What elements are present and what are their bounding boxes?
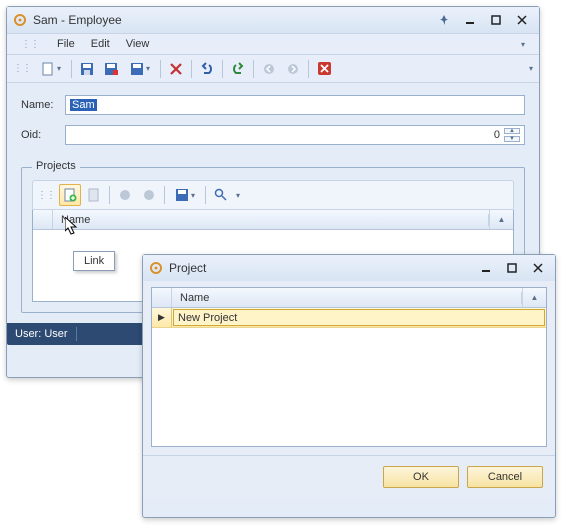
prev-disabled-button (114, 184, 136, 206)
cell-name[interactable]: New Project (173, 309, 545, 326)
delete-button[interactable] (165, 58, 187, 80)
column-expand-icon[interactable]: ▲ (489, 210, 513, 229)
maximize-button[interactable] (485, 12, 507, 28)
link-tooltip: Link (73, 251, 115, 271)
redo-button[interactable] (227, 58, 249, 80)
save-dropdown-button[interactable]: ▾ (124, 58, 156, 80)
filter-button[interactable] (210, 184, 232, 206)
pin-icon[interactable] (433, 12, 455, 28)
maximize-button[interactable] (501, 260, 523, 276)
menubar: ⋮⋮ File Edit View ▾ (7, 33, 539, 55)
titlebar[interactable]: Sam - Employee (7, 7, 539, 33)
project-dialog: Project Name ▲ ▶ New Project OK Cancel (142, 254, 556, 518)
oid-label: Oid: (21, 129, 65, 141)
filter-dropdown-icon[interactable]: ▾ (236, 191, 240, 200)
grip-icon[interactable]: ⋮⋮ (37, 190, 55, 201)
export-button[interactable]: ▾ (169, 184, 201, 206)
menu-view[interactable]: View (118, 36, 158, 52)
name-label: Name: (21, 99, 65, 111)
gear-icon (13, 13, 27, 27)
row-header-spacer (33, 210, 53, 229)
oid-spinner[interactable]: ▲▼ (504, 126, 520, 144)
main-toolbar: ⋮⋮ ▾ ▾ ▾ (7, 55, 539, 83)
next-disabled-button (282, 58, 304, 80)
column-expand-icon[interactable]: ▲ (522, 288, 546, 307)
dialog-grid[interactable]: Name ▲ ▶ New Project (151, 287, 547, 447)
form-area: Name: Sam Oid: 0 ▲▼ (7, 83, 539, 163)
row-indicator-icon: ▶ (152, 308, 172, 327)
row-header-spacer (152, 288, 172, 307)
menu-edit[interactable]: Edit (83, 36, 118, 52)
table-row[interactable]: ▶ New Project (152, 308, 546, 328)
toolbar-overflow-icon[interactable]: ▾ (529, 64, 533, 73)
gear-icon (149, 261, 163, 275)
ok-button[interactable]: OK (383, 466, 459, 488)
grip-icon[interactable]: ⋮⋮ (13, 63, 31, 74)
close-button[interactable] (527, 260, 549, 276)
next-disabled-button (138, 184, 160, 206)
projects-toolbar: ⋮⋮ ▾ ▾ (32, 180, 514, 210)
status-user: User: User (15, 328, 68, 340)
minimize-button[interactable] (459, 12, 481, 28)
column-name[interactable]: Name (53, 214, 489, 226)
close-red-button[interactable] (313, 58, 335, 80)
close-button[interactable] (511, 12, 533, 28)
undo-button[interactable] (196, 58, 218, 80)
dialog-buttons: OK Cancel (143, 455, 555, 498)
save-button[interactable] (76, 58, 98, 80)
column-name[interactable]: Name (172, 292, 522, 304)
minimize-button[interactable] (475, 260, 497, 276)
dialog-title: Project (169, 261, 206, 275)
new-button[interactable]: ▾ (35, 58, 67, 80)
unlink-disabled-button (83, 184, 105, 206)
menu-file[interactable]: File (49, 36, 83, 52)
oid-input[interactable]: 0 ▲▼ (65, 125, 525, 145)
menu-overflow-icon[interactable]: ▾ (513, 38, 533, 51)
link-button[interactable] (59, 184, 81, 206)
dialog-titlebar[interactable]: Project (143, 255, 555, 281)
prev-disabled-button (258, 58, 280, 80)
name-input[interactable]: Sam (65, 95, 525, 115)
window-title: Sam - Employee (33, 13, 122, 27)
save-close-button[interactable] (100, 58, 122, 80)
cancel-button[interactable]: Cancel (467, 466, 543, 488)
grip-icon[interactable]: ⋮⋮ (13, 37, 47, 52)
projects-legend: Projects (32, 160, 80, 172)
